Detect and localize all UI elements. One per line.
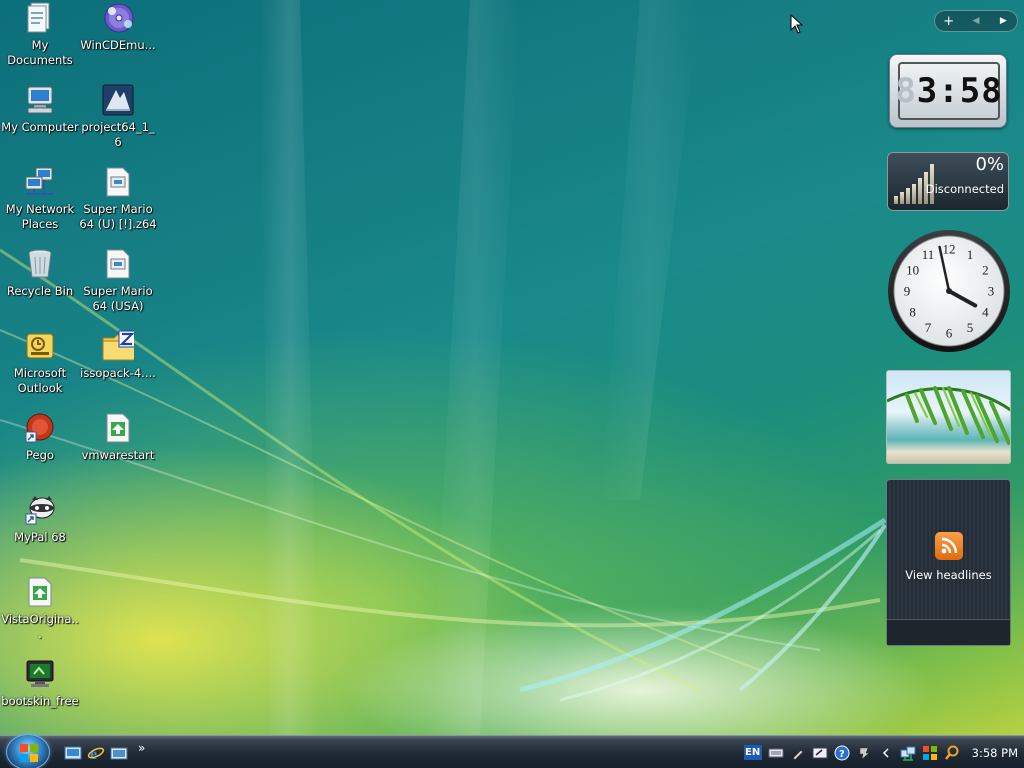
desktop-icon-vistaoriginal[interactable]: VistaOrigina... <box>0 576 80 642</box>
windows-update-icon[interactable] <box>922 745 938 761</box>
pego-icon <box>24 412 56 444</box>
desktop-icon-label: issopack-4.... <box>80 366 156 380</box>
desktop-icon-area: My Documents My Computer My Network Plac… <box>0 0 160 735</box>
desktop-icon-my-network-places[interactable]: My Network Places <box>0 166 80 232</box>
desktop-icon-label: WinCDEmu... <box>80 38 156 52</box>
desktop-icon-bootskin-free[interactable]: bootskin_free <box>0 658 80 709</box>
desktop-icon-label: Pego <box>26 448 54 462</box>
zip-folder-icon <box>102 330 134 362</box>
desktop-icon-label: vmwarestart <box>81 448 155 462</box>
switch-windows-icon[interactable] <box>110 744 128 762</box>
start-button[interactable] <box>6 734 50 768</box>
project64-icon <box>102 84 134 116</box>
search-icon[interactable] <box>944 745 960 761</box>
slideshow-gadget[interactable] <box>886 370 1011 464</box>
desktop-icon-wincdemu[interactable]: WinCDEmu... <box>78 2 158 53</box>
desktop-icon-label: MyPal 68 <box>14 530 66 544</box>
desktop-icon-issopack[interactable]: issopack-4.... <box>78 330 158 381</box>
pen-tool-icon[interactable] <box>790 745 806 761</box>
recycle-bin-icon <box>24 248 56 280</box>
keyboard-icon[interactable] <box>768 745 784 761</box>
clock-time[interactable]: 3:58 PM <box>972 746 1018 760</box>
clock-number: 3 <box>988 284 995 299</box>
folder-documents-icon <box>24 2 56 34</box>
desktop-icon-my-computer[interactable]: My Computer <box>0 84 80 135</box>
desktop-icon-label: Super Mario 64 (U) [!].z64 <box>79 202 157 231</box>
digital-clock-gadget[interactable]: 8 3:58 <box>889 54 1007 128</box>
desktop-icon-my-documents[interactable]: My Documents <box>0 2 80 68</box>
next-page-button[interactable]: ▶ <box>993 16 1013 26</box>
wincdemu-icon <box>102 2 134 34</box>
tablet-input-icon[interactable] <box>812 745 828 761</box>
desktop-icon-microsoft-outlook[interactable]: Microsoft Outlook <box>0 330 80 396</box>
desktop-icon-label: My Network Places <box>5 202 75 231</box>
windows-logo-icon <box>20 744 38 762</box>
rom-file-icon <box>102 248 134 280</box>
desktop-icon-project64[interactable]: project64_1_6 <box>78 84 158 150</box>
desktop-icon-super-mario-64-u-z64[interactable]: Super Mario 64 (U) [!].z64 <box>78 166 158 232</box>
network-percent: 0% <box>975 154 1004 175</box>
internet-explorer-icon[interactable]: e <box>87 744 105 762</box>
desktop-icon-label: Microsoft Outlook <box>13 366 67 395</box>
mypal-icon <box>24 494 56 526</box>
feed-headlines-gadget[interactable]: View headlines <box>886 479 1011 646</box>
palm-leaf-photo <box>887 386 1010 445</box>
system-tray: EN ? 3:58 PM <box>743 736 1024 768</box>
language-indicator[interactable]: EN <box>743 745 762 760</box>
bootskin-icon <box>24 658 56 690</box>
clock-number: 7 <box>925 320 932 335</box>
network-status: Disconnected <box>925 182 1004 196</box>
desktop-icon-mypal-68[interactable]: MyPal 68 <box>0 494 80 545</box>
clock-number: 9 <box>904 284 911 299</box>
desktop-icon-label: Super Mario 64 (USA) <box>83 284 153 313</box>
desktop-icon-label: VistaOrigina... <box>1 612 79 641</box>
rss-feed-icon <box>934 532 963 560</box>
analog-clock-gadget[interactable]: 12 12 3 45678 9 1011 <box>886 228 1012 354</box>
show-desktop-icon[interactable] <box>64 744 82 762</box>
file-icon <box>24 576 56 608</box>
clock-number: 11 <box>922 247 935 262</box>
quicklaunch-overflow-button[interactable]: » <box>138 741 145 755</box>
clock-number: 10 <box>906 263 919 278</box>
network-meter-gadget[interactable]: 0% Disconnected <box>887 152 1009 211</box>
network-tray-icon[interactable] <box>900 745 916 761</box>
add-gadget-button[interactable]: + <box>939 14 959 29</box>
taskbar: e » EN ? 3:58 PM <box>0 734 1024 768</box>
clock-number: 12 <box>943 242 956 257</box>
clock-number: 6 <box>946 326 953 341</box>
notification-icon[interactable] <box>856 745 872 761</box>
feed-gadget-footer <box>887 619 1010 645</box>
mouse-cursor-icon <box>790 14 804 34</box>
clock-number: 1 <box>967 247 974 262</box>
desktop-icon-label: project64_1_6 <box>81 120 155 149</box>
desktop-icon-label: My Computer <box>1 120 79 134</box>
desktop-icon-recycle-bin[interactable]: Recycle Bin <box>0 248 80 299</box>
show-hidden-icons-chevron-icon[interactable] <box>878 745 894 761</box>
file-icon <box>102 412 134 444</box>
desktop-icon-label: My Documents <box>7 38 73 67</box>
digital-clock-ghost-digit: 8 <box>895 71 917 111</box>
desktop-icon-label: bootskin_free <box>1 694 79 708</box>
view-headlines-link[interactable]: View headlines <box>905 568 991 582</box>
computer-icon <box>24 84 56 116</box>
digital-clock-display: 8 3:58 <box>895 62 1003 120</box>
previous-page-button[interactable]: ◀ <box>966 16 986 26</box>
sidebar-controls: + ◀ ▶ <box>934 10 1018 32</box>
rom-file-icon <box>102 166 134 198</box>
desktop-icon-super-mario-64-usa[interactable]: Super Mario 64 (USA) <box>78 248 158 314</box>
digital-clock-time: 3:58 <box>916 71 1003 111</box>
svg-text:?: ? <box>839 749 845 760</box>
clock-number: 2 <box>982 263 989 278</box>
outlook-icon <box>24 330 56 362</box>
clock-number: 8 <box>909 305 916 320</box>
help-icon[interactable]: ? <box>834 745 850 761</box>
clock-number: 5 <box>967 320 974 335</box>
clock-number: 4 <box>982 305 989 320</box>
network-icon <box>24 166 56 198</box>
desktop-icon-vmwarestart[interactable]: vmwarestart <box>78 412 158 463</box>
desktop-icon-pego[interactable]: Pego <box>0 412 80 463</box>
desktop-icon-label: Recycle Bin <box>6 284 74 298</box>
